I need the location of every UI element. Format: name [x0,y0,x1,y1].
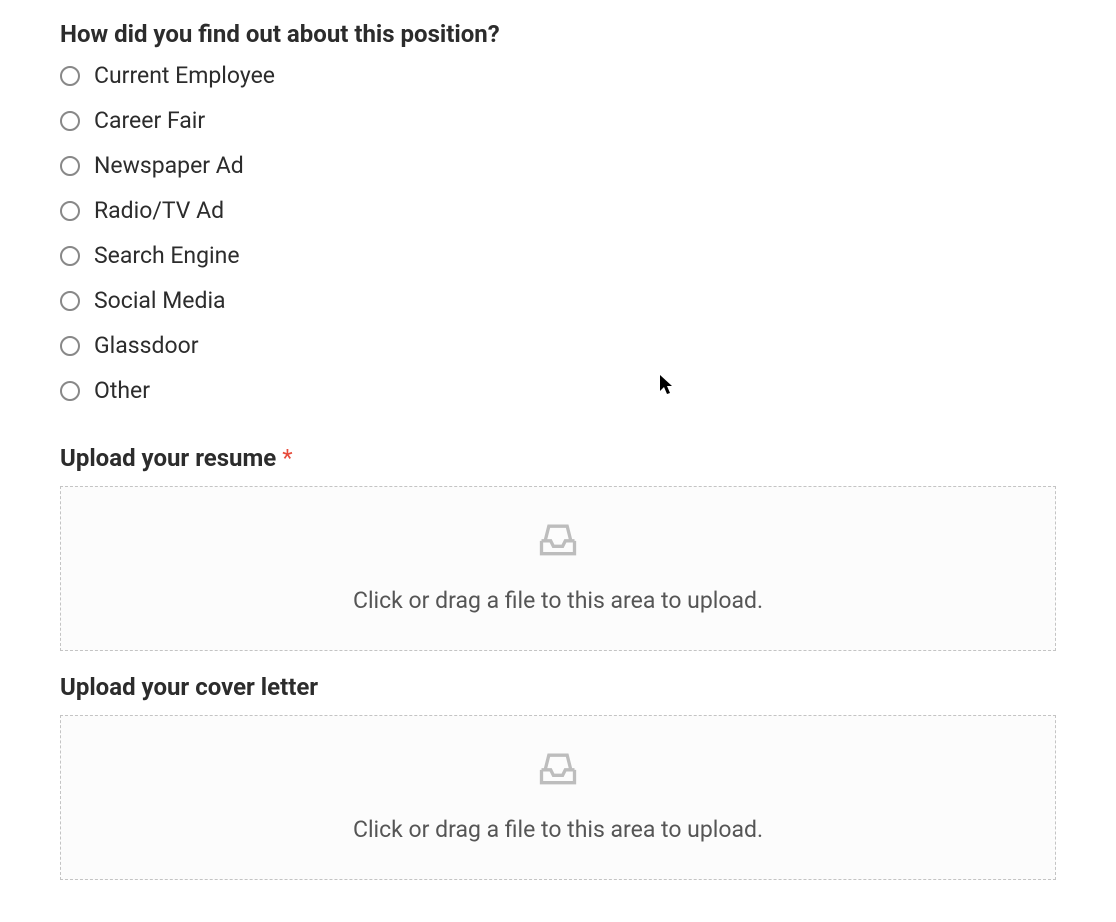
radio-circle-icon [60,291,80,311]
question-heading: How did you find out about this position… [60,20,1056,48]
radio-circle-icon [60,156,80,176]
radio-label: Newspaper Ad [94,152,244,179]
radio-circle-icon [60,201,80,221]
radio-option-newspaper-ad[interactable]: Newspaper Ad [60,152,1056,179]
radio-option-social-media[interactable]: Social Media [60,287,1056,314]
radio-option-current-employee[interactable]: Current Employee [60,62,1056,89]
required-star-icon: * [282,444,292,472]
radio-option-glassdoor[interactable]: Glassdoor [60,332,1056,359]
radio-option-search-engine[interactable]: Search Engine [60,242,1056,269]
radio-option-other[interactable]: Other [60,377,1056,404]
radio-label: Career Fair [94,107,205,134]
upload-icon-wrapper [81,517,1035,565]
upload-resume-prompt: Click or drag a file to this area to upl… [81,587,1035,614]
inbox-icon [536,746,580,794]
radio-label: Search Engine [94,242,240,269]
upload-resume-label-text: Upload your resume [60,444,282,472]
radio-label: Social Media [94,287,226,314]
radio-label: Current Employee [94,62,275,89]
radio-group-source: Current Employee Career Fair Newspaper A… [60,62,1056,404]
upload-resume-dropzone[interactable]: Click or drag a file to this area to upl… [60,486,1056,651]
radio-label: Other [94,377,150,404]
upload-icon-wrapper [81,746,1035,794]
radio-circle-icon [60,381,80,401]
radio-option-career-fair[interactable]: Career Fair [60,107,1056,134]
radio-option-radio-tv-ad[interactable]: Radio/TV Ad [60,197,1056,224]
radio-label: Radio/TV Ad [94,197,224,224]
upload-cover-letter-section: Upload your cover letter Click or drag a… [60,673,1056,880]
radio-circle-icon [60,66,80,86]
radio-circle-icon [60,111,80,131]
upload-resume-section: Upload your resume * Click or drag a fil… [60,444,1056,651]
radio-label: Glassdoor [94,332,199,359]
inbox-icon [536,517,580,565]
upload-cover-letter-prompt: Click or drag a file to this area to upl… [81,816,1035,843]
radio-circle-icon [60,246,80,266]
upload-resume-label: Upload your resume * [60,444,1056,472]
upload-cover-letter-dropzone[interactable]: Click or drag a file to this area to upl… [60,715,1056,880]
upload-cover-letter-label: Upload your cover letter [60,673,1056,701]
radio-circle-icon [60,336,80,356]
